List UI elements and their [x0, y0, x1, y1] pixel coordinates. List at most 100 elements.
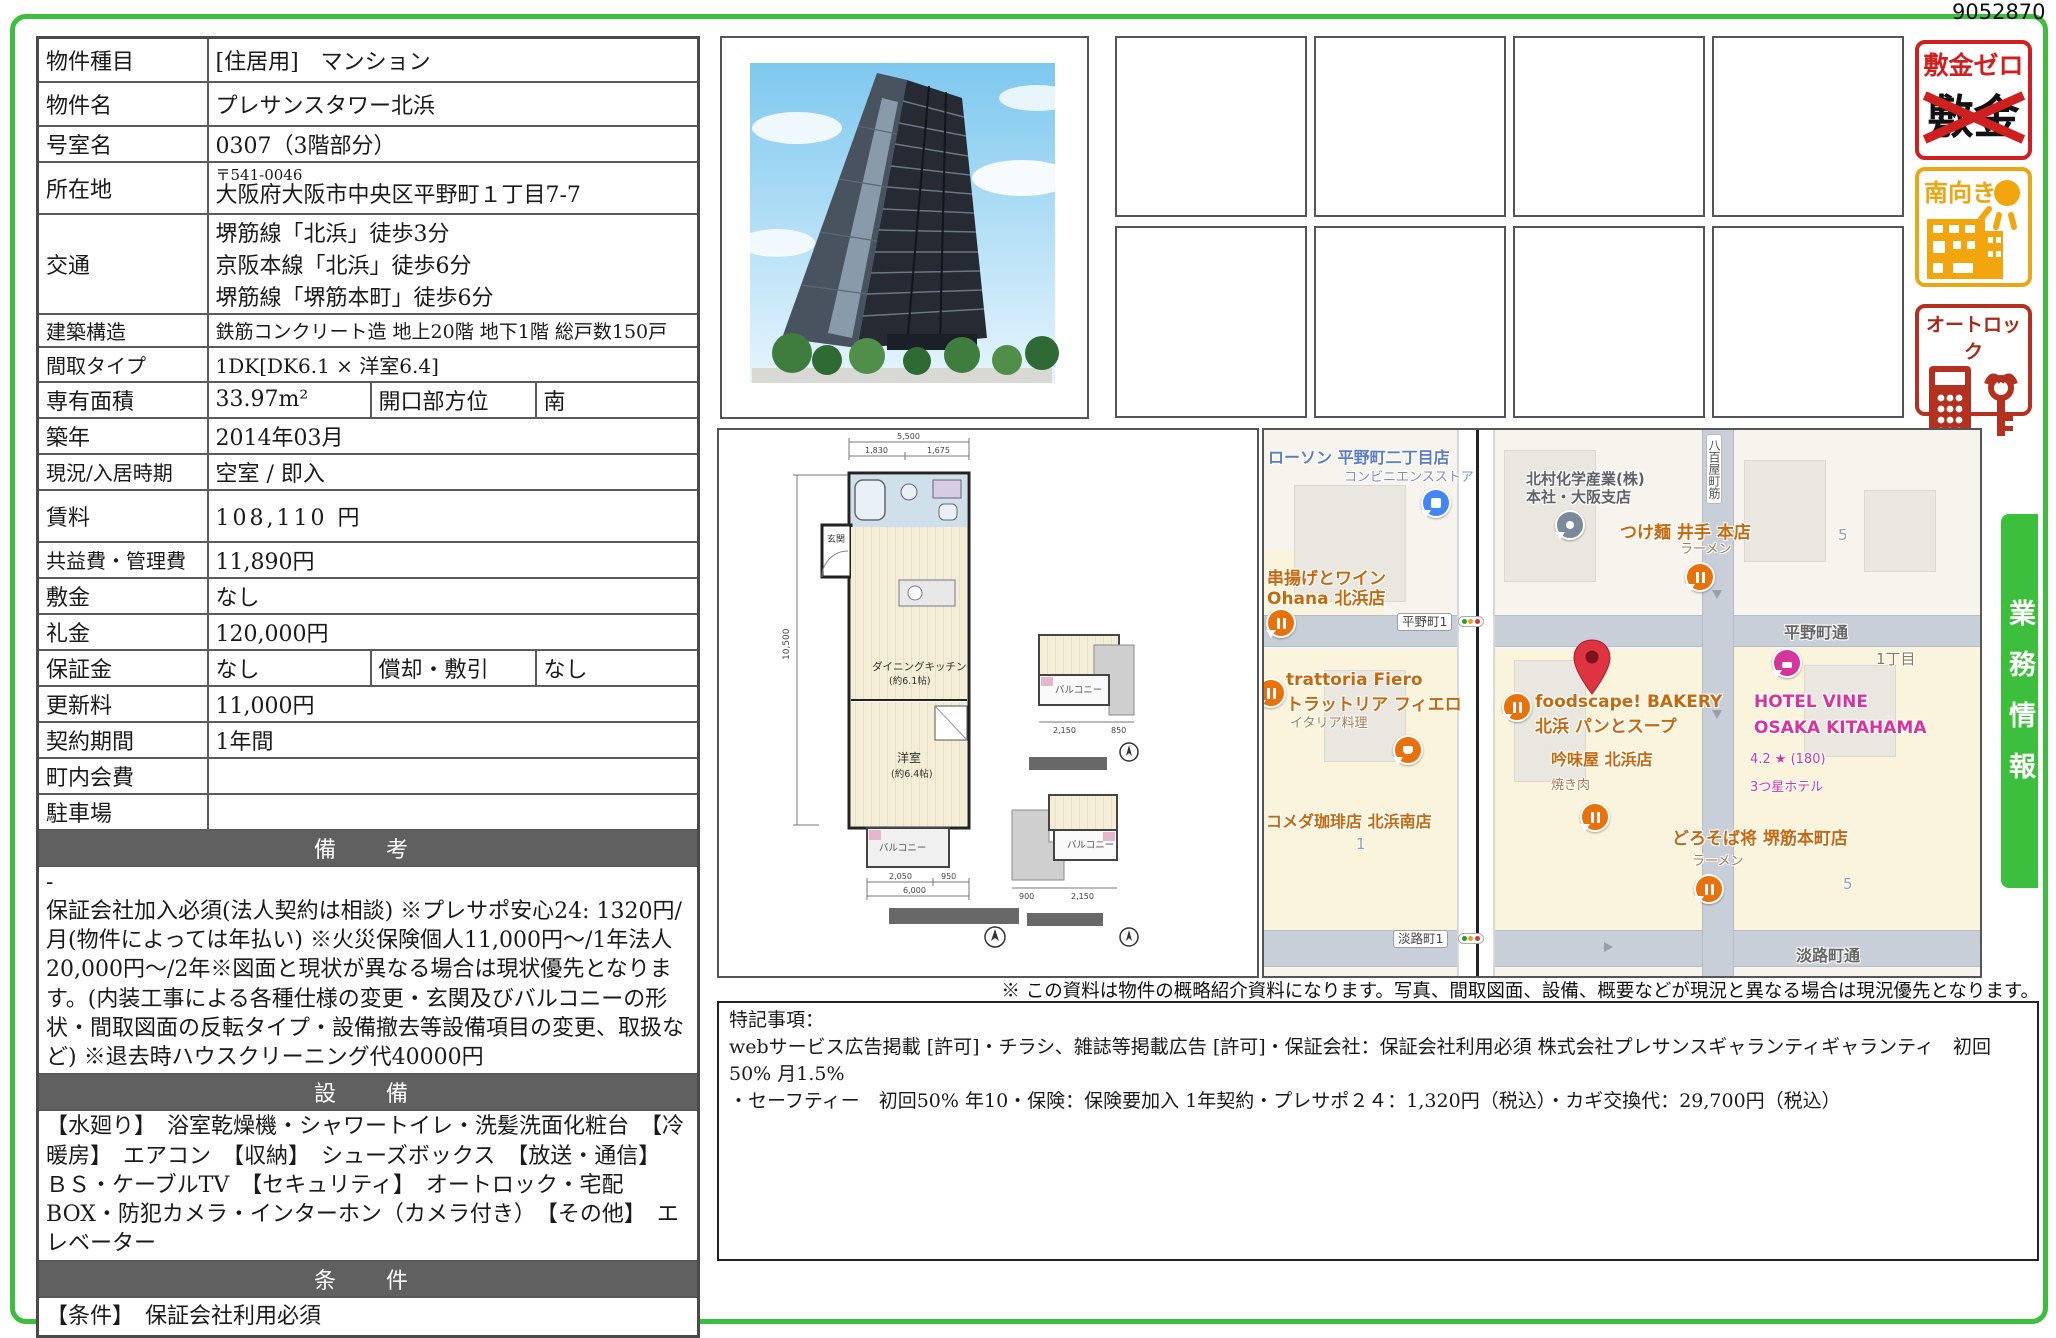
svg-text:バルコニー: バルコニー	[1055, 685, 1102, 696]
svg-text:(約6.4帖): (約6.4帖)	[891, 768, 933, 780]
floor-plan: 5,500 1,830 1,675 10,500 玄関 ダイニングキッチン (約…	[717, 428, 1259, 978]
renewal-fee: 11,000円	[208, 686, 699, 722]
svg-text:1,830: 1,830	[865, 446, 888, 455]
row-label-fee: 共益費・管理費	[38, 542, 208, 578]
svg-text:2,150: 2,150	[1071, 892, 1094, 901]
svg-text:900: 900	[1019, 892, 1034, 901]
room-number: 0307（3階部分）	[208, 126, 699, 162]
access-cell: 堺筋線「北浜」徒歩3分 京阪本線「北浜」徒歩6分 堺筋線「堺筋本町」徒歩6分	[208, 214, 699, 314]
road-hiranomachi-dori	[1264, 615, 1980, 647]
poi-komeda: コメダ珈琲店 北浜南店	[1266, 808, 1432, 832]
row-label-built: 築年	[38, 418, 208, 454]
restaurant-pin	[1580, 802, 1610, 851]
row-label-layout: 間取タイプ	[38, 347, 208, 382]
restaurant-pin	[1694, 874, 1724, 923]
cafe-pin	[1393, 735, 1423, 784]
special-notes-box: 特記事項： webサービス広告掲載 [許可]・チラシ、雑誌等掲載広告 [許可]・…	[717, 1001, 2039, 1261]
built-year: 2014年03月	[208, 418, 699, 454]
row-label-structure: 建築構造	[38, 314, 208, 347]
restaurant-pin	[1685, 562, 1715, 611]
special-notes-line2: ・セーフティー 初回50% 年10・保険：保険要加入 1年契約・プレサポ２４：1…	[729, 1088, 2027, 1115]
badge-auto-lock: オートロック	[1915, 304, 2032, 416]
convenience-store-pin	[1421, 488, 1451, 537]
svg-text:2,050: 2,050	[889, 872, 912, 881]
row-label-chonai: 町内会費	[38, 758, 208, 794]
occupancy-status: 空室 / 即入	[208, 454, 699, 490]
poi-foodscape: foodscape! BAKERY	[1535, 692, 1722, 712]
poi-hotel-line2: OSAKA KITAHAMA	[1754, 718, 1927, 738]
deposit: なし	[208, 578, 699, 614]
row-label-renewal: 更新料	[38, 686, 208, 722]
conditions-text: 【条件】 保証会社利用必須	[38, 1297, 699, 1337]
block-number: 1	[1356, 835, 1366, 853]
map-building	[1864, 490, 1936, 572]
svg-text:(約6.1帖): (約6.1帖)	[889, 675, 931, 687]
svg-text:10,500: 10,500	[782, 628, 792, 660]
svg-text:5,500: 5,500	[897, 432, 920, 441]
row-label-keymoney: 礼金	[38, 614, 208, 650]
row-label-rent: 賃料	[38, 490, 208, 542]
block-number: 5	[1838, 526, 1848, 544]
row-label-type: 物件種目	[38, 38, 208, 82]
property-spec-table: 物件種目[住居用] マンション 物件名プレサンスタワー北浜 号室名0307（3階…	[36, 36, 700, 1338]
layout-type: 1DK[DK6.1 × 洋室6.4]	[208, 347, 699, 382]
parking	[208, 794, 699, 830]
badge-auto-lock-title: オートロック	[1919, 310, 2028, 364]
photo-placeholder	[1314, 226, 1506, 418]
equipment-header: 設 備	[38, 1074, 699, 1110]
compass-icon	[1120, 928, 1138, 946]
svg-text:ダイニングキッチン: ダイニングキッチン	[872, 660, 967, 673]
poi-hotel: HOTEL VINE	[1754, 692, 1868, 712]
address-cell: 〒541-0046大阪府大阪市中央区平野町１丁目7-7	[208, 162, 699, 214]
poi-kushiage-line2: Ohana 北浜店	[1267, 584, 1386, 609]
photo-placeholder	[1115, 36, 1307, 217]
svg-text:バルコニー: バルコニー	[879, 843, 926, 854]
svg-text:850: 850	[1111, 726, 1126, 735]
address: 大阪府大阪市中央区平野町１丁目7-7	[216, 183, 581, 208]
property-name: プレサンスタワー北浜	[208, 82, 699, 126]
row-label-status: 現況/入居時期	[38, 454, 208, 490]
row-label-guarantee: 保証金	[38, 650, 208, 686]
traffic-light-icon	[1458, 616, 1484, 627]
photo-placeholder	[1513, 226, 1705, 418]
business-info-tab-label: 業務情報	[2000, 599, 2039, 803]
compass-icon	[1120, 743, 1138, 761]
photo-placeholder	[1314, 36, 1506, 217]
poi-ginmiya-category: 焼き肉	[1551, 774, 1590, 793]
structure: 鉄筋コンクリート造 地上20階 地下1階 総戸数150戸	[208, 314, 699, 347]
poi-dorosoba-category: ラーメン	[1692, 850, 1743, 869]
poi-lawson-category: コンビニエンスストア	[1344, 466, 1474, 485]
road-awajimachi-dori	[1264, 930, 1980, 967]
poi-ginmiya: 吟味屋 北浜店	[1551, 746, 1653, 770]
restaurant-pin	[1262, 678, 1286, 727]
road-arrow-icon	[1604, 942, 1613, 952]
poi-hotel-rating: 4.2 ★ (180)	[1750, 752, 1826, 767]
svg-text:玄関: 玄関	[827, 533, 845, 545]
access-line-3: 堺筋線「堺筋本町」徒歩6分	[216, 280, 691, 312]
intersection-badge-hiranomachi1: 平野町1	[1397, 613, 1452, 631]
street-label-hiranomachi: 平野町通	[1784, 619, 1848, 643]
direction: 南	[536, 382, 699, 418]
photo-placeholder	[1712, 226, 1904, 418]
row-label-parking: 駐車場	[38, 794, 208, 830]
building-photo	[720, 36, 1089, 419]
remarks-cell: -保証会社加入必須(法人契約は相談) ※プレサポ安心24: 1320円/月(物件…	[38, 866, 699, 1075]
svg-text:6,000: 6,000	[903, 886, 926, 895]
poi-hotel-class: 3つ星ホテル	[1750, 776, 1823, 795]
photo-placeholder	[1712, 36, 1904, 217]
street-label-yaoyamachi: 八百屋町筋	[1706, 434, 1722, 504]
row-label-direction: 開口部方位	[371, 382, 536, 418]
row-label-term: 契約期間	[38, 722, 208, 758]
badge-no-deposit-title: 敷金ゼロ	[1919, 46, 2028, 82]
postal-code: 〒541-0046	[216, 167, 691, 184]
block-number: 5	[1843, 875, 1853, 893]
badge-no-deposit: 敷金ゼロ 敷金	[1915, 40, 2032, 160]
poi-trattoria-category: イタリア料理	[1290, 712, 1367, 731]
sun-building-icon	[1919, 171, 2028, 283]
destination-pin-icon	[1572, 638, 1612, 696]
building-photo-illustration	[722, 38, 1083, 413]
bakery-pin	[1502, 692, 1532, 741]
business-info-tab: 業務情報	[2001, 514, 2038, 888]
svg-text:2,150: 2,150	[1053, 726, 1076, 735]
row-label-address: 所在地	[38, 162, 208, 214]
